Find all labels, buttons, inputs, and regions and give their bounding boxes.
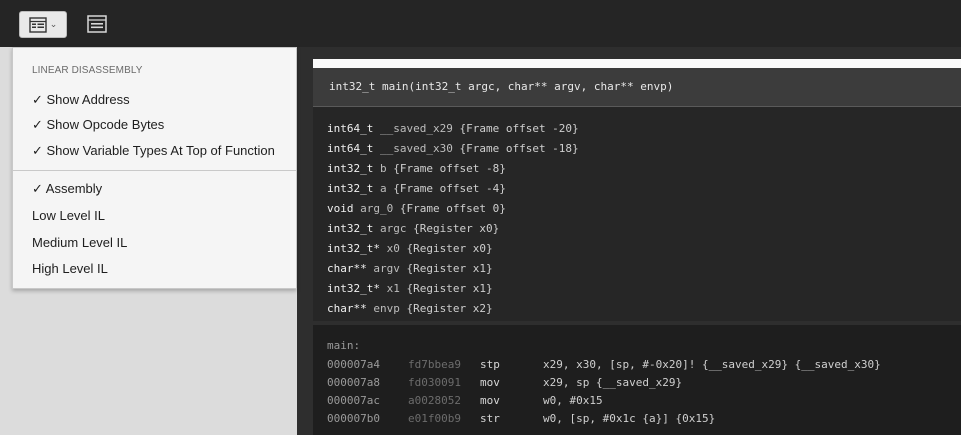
menu-header: LINEAR DISASSEMBLY — [32, 65, 143, 76]
view-options-menu: LINEAR DISASSEMBLY ✓ Show Address ✓ Show… — [12, 47, 297, 289]
instruction-operands[interactable]: w0, #0x15 — [543, 394, 603, 407]
instruction-address[interactable]: 000007a8 — [327, 376, 380, 389]
variable-line[interactable]: int32_t* x1 {Register x1} — [327, 282, 493, 295]
instruction-mnemonic[interactable]: mov — [480, 376, 500, 389]
menu-item-show-opcode-bytes[interactable]: ✓ Show Opcode Bytes — [32, 117, 164, 133]
menu-item-show-variable-types[interactable]: ✓ Show Variable Types At Top of Function — [32, 143, 275, 159]
toolbar: ⌄ — [0, 0, 961, 47]
assembly-listing: main: 000007a4 fd7bbea9 stp x29, x30, [s… — [313, 325, 961, 435]
menu-item-high-level-il[interactable]: High Level IL — [32, 261, 108, 276]
instruction-mnemonic[interactable]: mov — [480, 394, 500, 407]
menu-divider — [13, 170, 296, 171]
instruction-mnemonic[interactable]: stp — [480, 358, 500, 371]
chevron-down-icon: ⌄ — [49, 19, 58, 29]
opcode-bytes: fd7bbea9 — [408, 358, 461, 371]
instruction-operands[interactable]: x29, x30, [sp, #-0x20]! {__saved_x29} {_… — [543, 358, 881, 371]
instruction-operands[interactable]: x29, sp {__saved_x29} — [543, 376, 682, 389]
view-mode-button[interactable]: ⌄ — [19, 11, 67, 38]
menu-item-show-address[interactable]: ✓ Show Address — [32, 92, 130, 108]
variable-line[interactable]: int64_t __saved_x30 {Frame offset -18} — [327, 142, 579, 155]
tab-strip — [313, 59, 961, 68]
variable-line[interactable]: int32_t a {Frame offset -4} — [327, 182, 506, 195]
variable-line[interactable]: int64_t __saved_x29 {Frame offset -20} — [327, 122, 579, 135]
window-button[interactable] — [84, 11, 110, 36]
function-header: int32_t main(int32_t argc, char** argv, … — [313, 68, 961, 107]
variable-list: int64_t __saved_x29 {Frame offset -20} i… — [313, 107, 961, 321]
instruction-address[interactable]: 000007ac — [327, 394, 380, 407]
menu-item-low-level-il[interactable]: Low Level IL — [32, 208, 105, 223]
menu-item-assembly[interactable]: ✓ Assembly — [32, 181, 102, 197]
variable-line[interactable]: int32_t argc {Register x0} — [327, 222, 499, 235]
variable-line[interactable]: char** argv {Register x1} — [327, 262, 493, 275]
instruction-address[interactable]: 000007a4 — [327, 358, 380, 371]
window-icon — [87, 14, 107, 33]
variable-line[interactable]: int32_t b {Frame offset -8} — [327, 162, 506, 175]
opcode-bytes: fd030091 — [408, 376, 461, 389]
variable-line[interactable]: void arg_0 {Frame offset 0} — [327, 202, 506, 215]
function-signature[interactable]: int32_t main(int32_t argc, char** argv, … — [329, 80, 673, 93]
opcode-bytes: e01f00b9 — [408, 412, 461, 425]
instruction-address[interactable]: 000007b0 — [327, 412, 380, 425]
variable-line[interactable]: int32_t* x0 {Register x0} — [327, 242, 493, 255]
opcode-bytes: a0028052 — [408, 394, 461, 407]
function-label[interactable]: main: — [327, 339, 360, 352]
instruction-mnemonic[interactable]: str — [480, 412, 500, 425]
linear-view-icon — [29, 16, 47, 33]
menu-item-medium-level-il[interactable]: Medium Level IL — [32, 235, 127, 250]
variable-line[interactable]: char** envp {Register x2} — [327, 302, 493, 315]
instruction-operands[interactable]: w0, [sp, #0x1c {a}] {0x15} — [543, 412, 715, 425]
